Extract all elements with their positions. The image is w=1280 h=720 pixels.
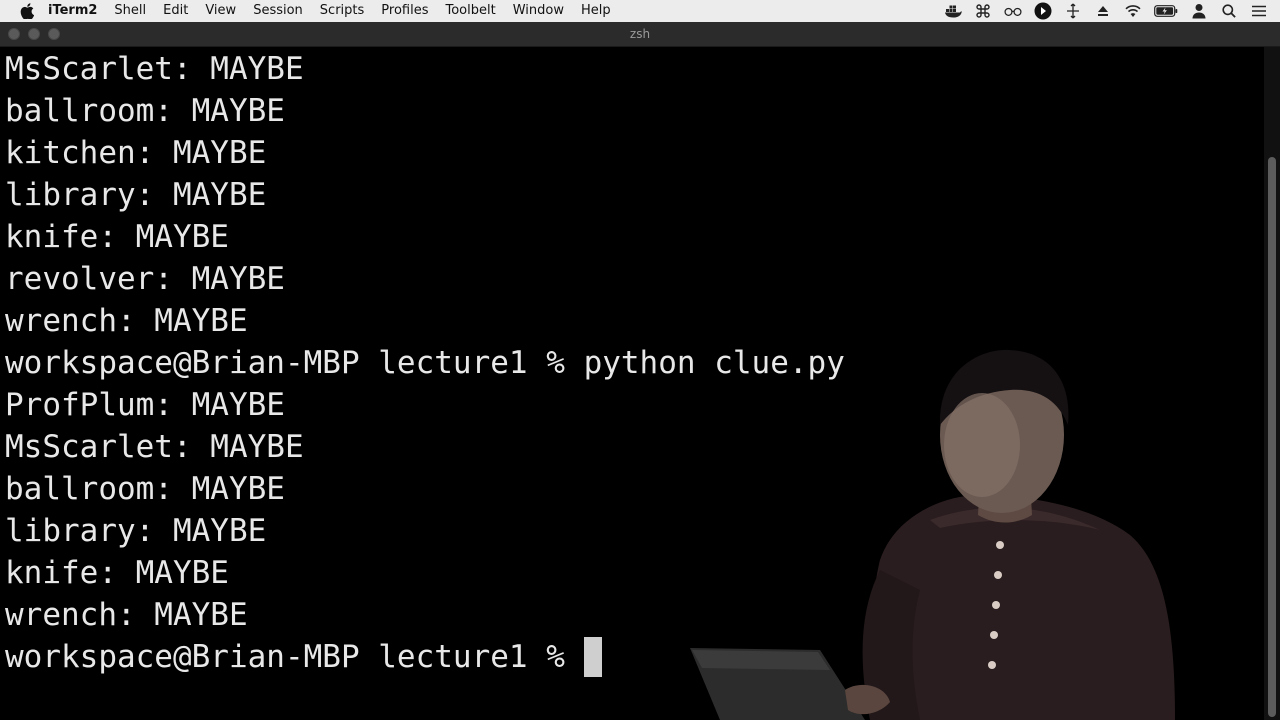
terminal-command-line: workspace@Brian-MBP lecture1 % python cl… [5, 345, 845, 381]
wifi-icon[interactable] [1124, 0, 1142, 22]
menu-profiles[interactable]: Profiles [381, 0, 428, 22]
user-icon[interactable] [1190, 0, 1208, 22]
terminal-line: revolver: MAYBE [5, 261, 285, 297]
search-icon[interactable] [1220, 0, 1238, 22]
status-area [932, 0, 1268, 22]
terminal-line: ProfPlum: MAYBE [5, 387, 285, 423]
menu-app-name[interactable]: iTerm2 [48, 0, 97, 22]
menu-toolbelt[interactable]: Toolbelt [445, 0, 495, 22]
menu-help[interactable]: Help [581, 0, 611, 22]
apple-icon[interactable] [20, 3, 34, 19]
window-title-bar: zsh [0, 22, 1280, 47]
terminal-prompt-line[interactable]: workspace@Brian-MBP lecture1 % [5, 636, 602, 678]
battery-icon[interactable] [1154, 0, 1178, 22]
command-icon[interactable] [974, 0, 992, 22]
terminal-line: knife: MAYBE [5, 219, 229, 255]
terminal-prompt: workspace@Brian-MBP lecture1 % [5, 639, 584, 675]
menu-bar: iTerm2 Shell Edit View Session Scripts P… [0, 0, 1280, 22]
control-center-icon[interactable] [1250, 0, 1268, 22]
text-cursor [583, 636, 602, 677]
terminal-line: wrench: MAYBE [5, 597, 248, 633]
terminal-line: knife: MAYBE [5, 555, 229, 591]
terminal-line: kitchen: MAYBE [5, 135, 267, 171]
terminal-line: wrench: MAYBE [5, 303, 248, 339]
menu-session[interactable]: Session [253, 0, 303, 22]
eject-icon[interactable] [1094, 0, 1112, 22]
window-title: zsh [629, 27, 651, 41]
glasses-icon[interactable] [1004, 0, 1022, 22]
terminal-scrollbar[interactable] [1264, 47, 1280, 720]
menu-window[interactable]: Window [513, 0, 564, 22]
terminal-line: library: MAYBE [5, 177, 267, 213]
menu-view[interactable]: View [205, 0, 236, 22]
terminal-line: ballroom: MAYBE [5, 471, 285, 507]
menu-shell[interactable]: Shell [114, 0, 146, 22]
docker-icon[interactable] [944, 0, 962, 22]
terminal-line: library: MAYBE [5, 513, 267, 549]
terminal-line: ballroom: MAYBE [5, 93, 285, 129]
play-icon[interactable] [1034, 0, 1052, 22]
terminal-output[interactable]: MsScarlet: MAYBE ballroom: MAYBE kitchen… [0, 47, 1264, 720]
menu-scripts[interactable]: Scripts [320, 0, 364, 22]
scrollbar-thumb[interactable] [1268, 157, 1276, 717]
terminal-line: MsScarlet: MAYBE [5, 51, 304, 87]
terminal-line: MsScarlet: MAYBE [5, 429, 304, 465]
move-icon[interactable] [1064, 0, 1082, 22]
menu-edit[interactable]: Edit [163, 0, 188, 22]
